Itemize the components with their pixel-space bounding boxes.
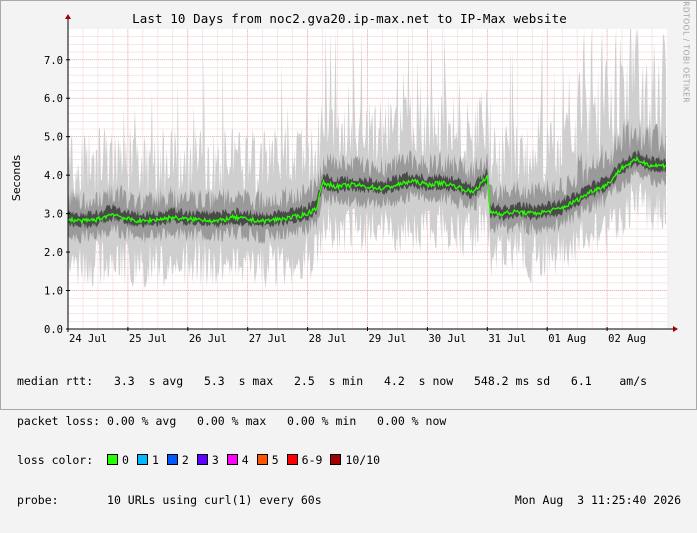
watermark: RRDTOOL / TOBI OETIKER <box>681 0 691 104</box>
loss-color-text: 4 <box>241 453 249 467</box>
loss-color-label: loss color: <box>17 453 94 467</box>
loss-color-item: 3 <box>196 453 219 467</box>
loss-color-item: 5 <box>256 453 279 467</box>
loss-color-swatch <box>330 454 342 465</box>
loss-color-text: 5 <box>271 453 279 467</box>
loss-label: packet loss: <box>17 413 101 428</box>
x-tick-label: 28 Jul <box>309 333 347 345</box>
x-tick-label: 01 Aug <box>548 333 586 345</box>
loss-color-text: 3 <box>211 453 219 467</box>
loss-color-item: 6-9 <box>286 453 323 467</box>
median-row: median rtt: 3.3 s avg 5.3 s max 2.5 s mi… <box>17 375 689 389</box>
x-tick-label: 30 Jul <box>428 333 466 345</box>
loss-color-swatch <box>256 454 268 465</box>
loss-color-item: 2 <box>166 453 189 467</box>
x-tick-label: 26 Jul <box>189 333 227 345</box>
loss-color-text: 1 <box>151 453 159 467</box>
x-tick-label: 27 Jul <box>249 333 287 345</box>
loss-color-row: loss color: 0 1 2 3 4 5 6-9 10/10 <box>17 454 689 468</box>
probe-label: probe: <box>17 492 59 507</box>
x-axis-arrow <box>673 326 678 332</box>
x-tick-label: 29 Jul <box>369 333 407 345</box>
y-tick-label: 0.0 <box>44 324 63 336</box>
y-tick-label: 6.0 <box>44 93 63 105</box>
loss-values: 0.00 % avg 0.00 % max 0.00 % min 0.00 % … <box>107 413 447 428</box>
loss-row: packet loss: 0.00 % avg 0.00 % max 0.00 … <box>17 413 689 429</box>
legend: median rtt: 3.3 s avg 5.3 s max 2.5 s mi… <box>17 349 689 533</box>
loss-color-swatch <box>136 454 148 465</box>
median-label: median rtt: <box>17 374 94 388</box>
loss-color-text: 6-9 <box>301 453 323 467</box>
loss-color-swatch <box>107 454 119 465</box>
loss-color-text: 10/10 <box>345 453 381 467</box>
timestamp: Mon Aug 3 11:25:40 2026 <box>514 492 681 507</box>
probe-value: 10 URLs using curl(1) every 60s <box>107 492 322 507</box>
y-tick-label: 4.0 <box>44 170 63 182</box>
x-tick-label: 24 Jul <box>69 333 107 345</box>
loss-color-item: 4 <box>226 453 249 467</box>
y-tick-label: 5.0 <box>44 132 63 144</box>
loss-color-swatch <box>226 454 238 465</box>
x-tick-label: 25 Jul <box>129 333 167 345</box>
y-axis-label: Seconds <box>10 154 23 202</box>
loss-color-swatch <box>196 454 208 465</box>
y-tick-label: 2.0 <box>44 247 63 259</box>
loss-color-text: 2 <box>181 453 189 467</box>
loss-color-text: 0 <box>122 453 129 467</box>
loss-color-items: 0 1 2 3 4 5 6-9 10/10 <box>107 453 388 467</box>
y-tick-label: 7.0 <box>44 55 63 67</box>
loss-color-swatch <box>166 454 178 465</box>
x-tick-label: 02 Aug <box>608 333 646 345</box>
chart-title: Last 10 Days from noc2.gva20.ip-max.net … <box>132 11 567 26</box>
y-tick-label: 1.0 <box>44 286 63 298</box>
probe-row: probe: 10 URLs using curl(1) every 60s Mo… <box>17 492 689 508</box>
loss-color-item: 10/10 <box>330 453 380 467</box>
x-tick-label: 31 Jul <box>488 333 526 345</box>
loss-color-item: 1 <box>136 453 159 467</box>
loss-color-swatch <box>286 454 298 465</box>
y-tick-label: 3.0 <box>44 209 63 221</box>
loss-color-item: 0 <box>107 453 129 467</box>
smokeping-graph: 0.0 1.0 2.0 3.0 4.0 5.0 6.0 7.0 24 Jul 25 Jul 26 J… <box>0 0 697 506</box>
median-values: 3.3 s avg 5.3 s max 2.5 s min 4.2 s now … <box>113 374 648 388</box>
